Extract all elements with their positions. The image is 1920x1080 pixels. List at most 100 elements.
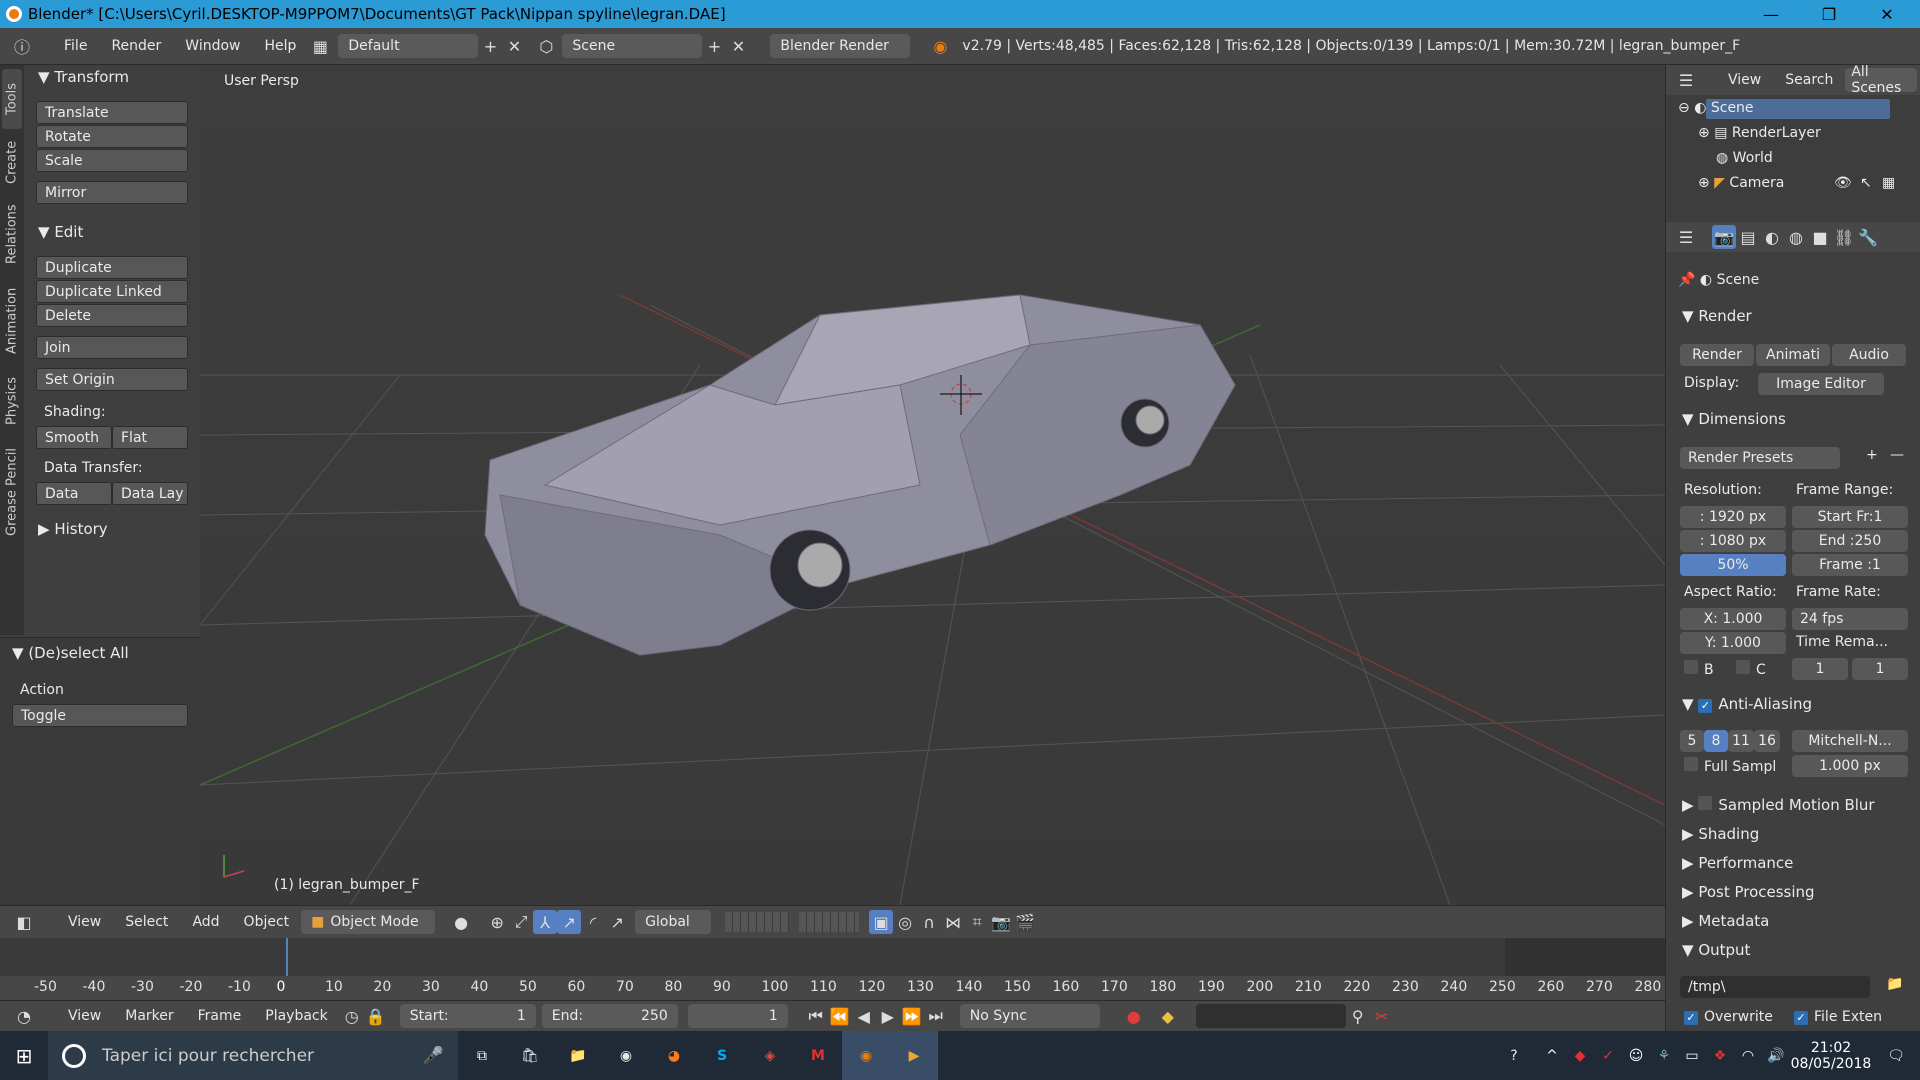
snap-element-icon[interactable]: ⋈	[941, 910, 965, 934]
active-keying-set-field[interactable]	[1195, 1004, 1346, 1028]
delete-button[interactable]: Delete	[36, 304, 188, 327]
orientation-selector[interactable]: Global	[635, 910, 712, 934]
timeline[interactable]: -50 -40 -30 -20 -10 0 10 20 30 40 50 60 70 80 90 100 110…	[0, 938, 1665, 1000]
motion-blur-panel-header[interactable]: ▶ Sampled Motion Blur	[1682, 796, 1875, 814]
jump-end-icon[interactable]: ⏭	[924, 1004, 948, 1028]
windows-start-icon[interactable]: ⊞	[0, 1031, 48, 1080]
blender-taskbar-icon[interactable]: ◉	[842, 1031, 890, 1080]
scene-icon[interactable]: ⬡	[534, 34, 558, 58]
scene-selector[interactable]: Scene	[562, 34, 703, 58]
resolution-percentage-slider[interactable]: 50%	[1680, 554, 1786, 576]
outliner-item-world[interactable]: ◍ World	[1716, 150, 1773, 166]
resolution-x-field[interactable]: : 1920 px	[1680, 506, 1786, 528]
3d-viewport[interactable]: User Persp (1) legran_bumper_F	[200, 65, 1665, 905]
scale-button[interactable]: Scale	[36, 149, 188, 172]
chrome-icon[interactable]: ◉	[602, 1031, 650, 1080]
jump-start-icon[interactable]: ⏮	[804, 1004, 828, 1028]
render-animation-icon[interactable]: 🎬	[1013, 910, 1037, 934]
outliner-item-renderlayer[interactable]: ⊕ ▤ RenderLayer	[1698, 125, 1821, 141]
renderability-camera-icon[interactable]: ▦	[1882, 175, 1895, 191]
tray-red-icon[interactable]: ❖	[1706, 1031, 1734, 1080]
add-preset-icon[interactable]: +	[1866, 447, 1878, 463]
maximize-button[interactable]: ❐	[1800, 0, 1858, 28]
data-layout-button[interactable]: Data Lay	[112, 482, 188, 505]
set-origin-dropdown[interactable]: Set Origin	[36, 368, 188, 391]
start-frame-field[interactable]: Start: 1	[399, 1004, 536, 1028]
menu-add[interactable]: Add	[180, 914, 231, 930]
file-explorer-icon[interactable]: 📁	[554, 1031, 602, 1080]
rotate-manipulator-icon[interactable]: ↗	[557, 910, 582, 934]
render-button[interactable]: Render	[1680, 344, 1754, 366]
remove-preset-icon[interactable]: —	[1890, 447, 1904, 463]
taskbar-clock[interactable]: 21:02 08/05/2018	[1790, 1031, 1872, 1080]
shading-panel-header[interactable]: ▶ Shading	[1682, 825, 1759, 843]
info-editor-icon[interactable]: ⓘ	[10, 34, 34, 58]
mirror-button[interactable]: Mirror	[36, 181, 188, 204]
deselect-all-header[interactable]: ▼ (De)select All	[12, 644, 129, 662]
notifications-icon[interactable]: 🗨	[1872, 1031, 1920, 1080]
layer-buttons[interactable]	[725, 912, 790, 932]
task-view-icon[interactable]: ⧉	[458, 1031, 506, 1080]
menu-select[interactable]: Select	[113, 914, 180, 930]
firefox-icon[interactable]: ◕	[650, 1031, 698, 1080]
current-frame-field[interactable]: 1	[687, 1004, 788, 1028]
display-selector[interactable]: Image Editor	[1758, 373, 1884, 395]
menu-frame[interactable]: Frame	[186, 1008, 254, 1024]
outliner-editor-icon[interactable]: ☰	[1674, 68, 1698, 92]
smooth-button[interactable]: Smooth	[36, 426, 112, 449]
help-icon[interactable]: ?	[1490, 1031, 1538, 1080]
post-processing-panel-header[interactable]: ▶ Post Processing	[1682, 883, 1815, 901]
taskbar-search-box[interactable]: Taper ici pour rechercher 🎤	[48, 1031, 458, 1080]
world-tab-icon[interactable]: ◍	[1784, 225, 1808, 249]
constraints-tab-icon[interactable]: ⛓	[1832, 225, 1856, 249]
tab-relations[interactable]: Relations	[2, 195, 22, 273]
menu-window[interactable]: Window	[173, 38, 252, 54]
menu-object[interactable]: Object	[232, 914, 302, 930]
add-layout-icon[interactable]: +	[478, 34, 502, 58]
microphone-icon[interactable]: 🎤	[423, 1046, 444, 1066]
aspect-x-field[interactable]: X: 1.000	[1680, 608, 1786, 630]
proportional-edit-icon[interactable]: ◎	[893, 910, 917, 934]
render-image-icon[interactable]: 📷	[989, 910, 1013, 934]
aa-samples-11[interactable]: 11	[1728, 730, 1754, 752]
timeline-ruler[interactable]: -50 -40 -30 -20 -10 0 10 20 30 40 50 60 70 80 90 100 110…	[0, 976, 1665, 1000]
transform-panel-header[interactable]: ▼ Transform	[38, 68, 129, 86]
menu-file[interactable]: File	[52, 38, 99, 54]
remove-layout-icon[interactable]: ✕	[502, 34, 526, 58]
editor-type-icon[interactable]: ◧	[12, 910, 36, 934]
render-panel-header[interactable]: ▼ Render	[1682, 307, 1752, 325]
time-new-field[interactable]: 1	[1852, 658, 1908, 680]
translate-button[interactable]: Translate	[36, 101, 188, 124]
timeline-editor-icon[interactable]: ◔	[12, 1004, 36, 1028]
output-path-field[interactable]: /tmp\	[1680, 976, 1870, 998]
animation-button[interactable]: Animati	[1756, 344, 1830, 366]
frame-rate-selector[interactable]: 24 fps	[1792, 608, 1908, 630]
menu-render[interactable]: Render	[99, 38, 173, 54]
minimize-button[interactable]: —	[1742, 0, 1800, 28]
insert-keyframe-icon[interactable]: ⚲	[1346, 1004, 1370, 1028]
keying-set-icon[interactable]: ◆	[1156, 1004, 1180, 1028]
sync-mode-selector[interactable]: No Sync	[959, 1004, 1100, 1028]
menu-marker[interactable]: Marker	[113, 1008, 185, 1024]
end-frame-field[interactable]: End: 250	[541, 1004, 678, 1028]
overwrite-checkbox[interactable]: ✓ Overwrite	[1684, 1009, 1773, 1025]
pivot-icon[interactable]: ⊕	[485, 910, 509, 934]
prev-keyframe-icon[interactable]: ⏪	[828, 1004, 852, 1028]
full-sample-checkbox[interactable]: Full Sampl	[1684, 757, 1776, 775]
menu-view[interactable]: View	[56, 914, 113, 930]
menu-playback[interactable]: Playback	[253, 1008, 339, 1024]
outliner-view-menu[interactable]: View	[1716, 72, 1773, 88]
tab-grease-pencil[interactable]: Grease Pencil	[2, 437, 22, 547]
tab-physics[interactable]: Physics	[2, 369, 22, 433]
frame-start-field[interactable]: Start Fr:1	[1792, 506, 1908, 528]
duplicate-linked-button[interactable]: Duplicate Linked	[36, 280, 188, 303]
next-keyframe-icon[interactable]: ⏩	[900, 1004, 924, 1028]
add-scene-icon[interactable]: +	[702, 34, 726, 58]
delete-keyframe-icon[interactable]: ✂	[1370, 1004, 1394, 1028]
scale-manipulator-icon[interactable]: ◜	[581, 910, 605, 934]
frame-step-field[interactable]: Frame :1	[1792, 554, 1908, 576]
scene-tab-icon[interactable]: ◐	[1760, 225, 1784, 249]
battery-icon[interactable]: ▭	[1678, 1031, 1706, 1080]
outliner-item-scene[interactable]: ⊖ ◐ Scene	[1678, 100, 1754, 116]
layout-selector[interactable]: Default	[338, 34, 479, 58]
